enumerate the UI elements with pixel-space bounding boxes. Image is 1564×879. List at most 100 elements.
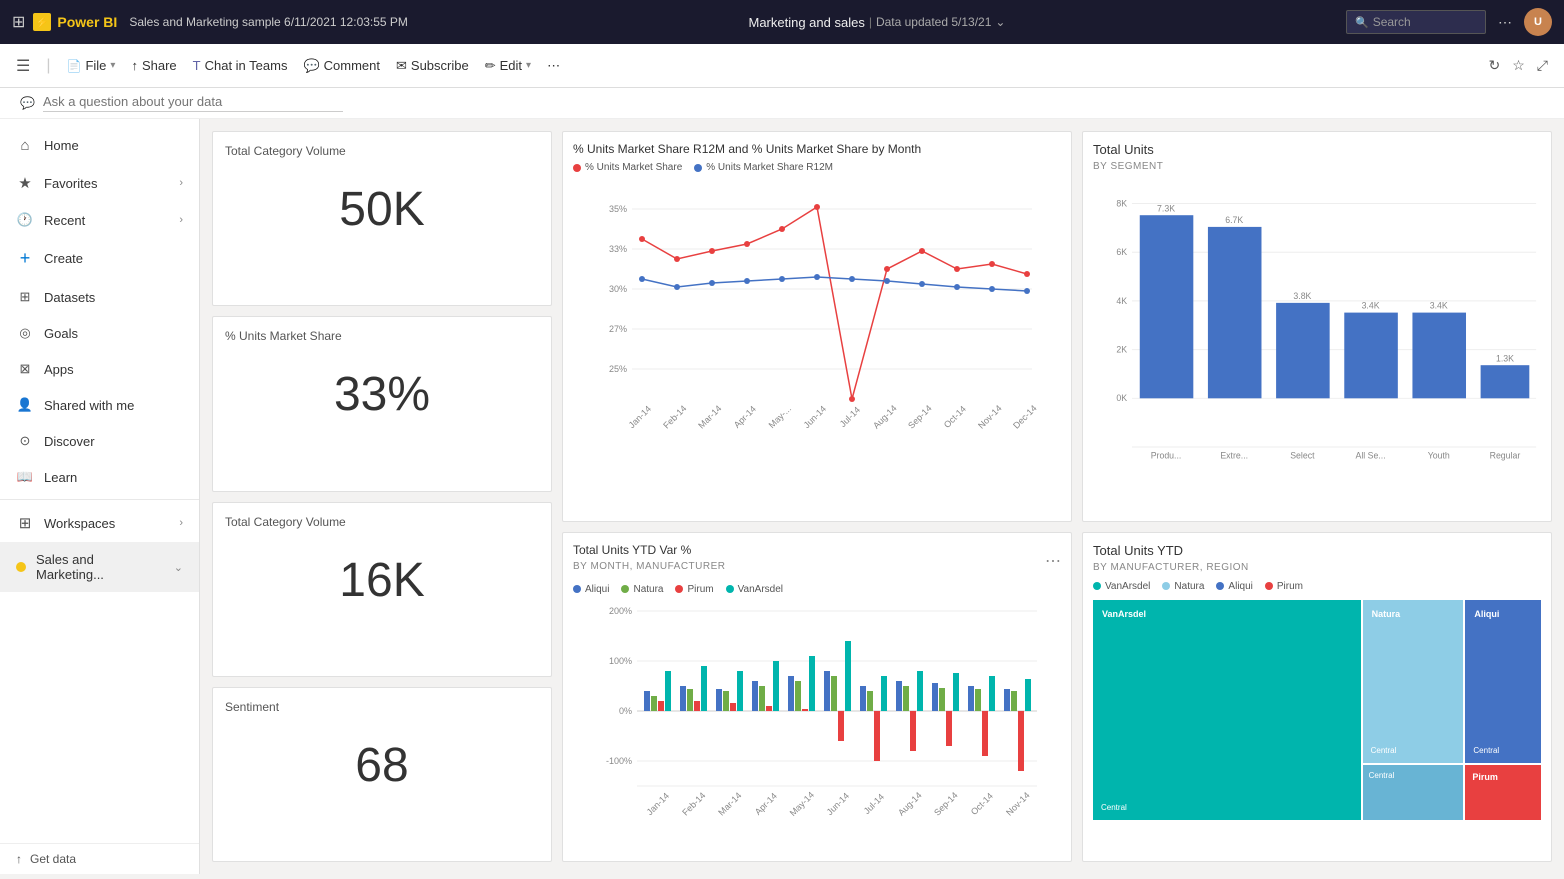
svg-text:2K: 2K <box>1116 345 1127 355</box>
apps-icon: ⊠ <box>16 361 34 377</box>
sidebar-label-datasets: Datasets <box>44 290 183 305</box>
total-units-svg: 8K 6K 4K 2K 0K 7.3K 6.7K 3.8K 3.4K <box>1093 180 1541 490</box>
avatar[interactable]: U <box>1524 8 1552 36</box>
legend-pirum-tm: Pirum <box>1265 581 1303 592</box>
svg-text:3.4K: 3.4K <box>1362 301 1380 311</box>
legend-natura-tm: Natura <box>1162 581 1204 592</box>
datasets-icon: ⊞ <box>16 289 34 305</box>
sidebar-item-favorites[interactable]: ★ Favorites › <box>0 164 199 202</box>
edit-button[interactable]: ✏ Edit ▾ <box>485 58 531 74</box>
favorites-icon: ★ <box>16 174 34 192</box>
comment-button[interactable]: 💬 Comment <box>303 58 380 74</box>
sidebar-item-discover[interactable]: ⊙ Discover <box>0 423 199 459</box>
sub-nav: ☰ | 📄 File ▾ ↑ Share T Chat in Teams 💬 C… <box>0 44 1564 88</box>
svg-text:0K: 0K <box>1116 393 1127 403</box>
sidebar-item-learn[interactable]: 📖 Learn <box>0 459 199 495</box>
svg-text:Feb-14: Feb-14 <box>661 403 688 430</box>
chevron-down-icon[interactable]: ⌄ <box>995 15 1005 29</box>
sidebar-item-shared[interactable]: 👤 Shared with me <box>0 387 199 423</box>
sidebar-item-workspaces[interactable]: ⊞ Workspaces › <box>0 504 199 542</box>
total-units-title: Total Units <box>1093 142 1541 157</box>
svg-text:Produ...: Produ... <box>1151 451 1182 461</box>
sidebar-label-learn: Learn <box>44 470 183 485</box>
share-button[interactable]: ↑ Share <box>131 58 176 73</box>
share-icon: ↑ <box>131 58 138 73</box>
card-title-total-cat-vol-bot: Total Category Volume <box>225 515 539 529</box>
goals-icon: ◎ <box>16 325 34 341</box>
sidebar-item-home[interactable]: ⌂ Home <box>0 127 199 164</box>
card-units-market-share: % Units Market Share 33% <box>212 316 552 491</box>
sidebar-item-goals[interactable]: ◎ Goals <box>0 315 199 351</box>
card-total-category-volume-bot: Total Category Volume 16K <box>212 502 552 677</box>
svg-text:May-...: May-... <box>767 404 794 431</box>
favorite-icon[interactable]: ☆ <box>1512 57 1525 74</box>
menu-toggle[interactable]: ☰ <box>16 56 30 76</box>
waffle-icon[interactable]: ⊞ <box>12 12 25 32</box>
qa-input[interactable] <box>43 94 343 112</box>
line-chart-legend: % Units Market Share % Units Market Shar… <box>573 162 1061 173</box>
refresh-icon[interactable]: ↻ <box>1489 57 1501 74</box>
sidebar-item-datasets[interactable]: ⊞ Datasets <box>0 279 199 315</box>
discover-icon: ⊙ <box>16 433 34 449</box>
svg-text:Aug-14: Aug-14 <box>896 790 924 818</box>
sidebar: ⌂ Home ★ Favorites › 🕐 Recent › + Create… <box>0 119 200 874</box>
sidebar-label-recent: Recent <box>44 213 169 228</box>
chat-in-teams-button[interactable]: T Chat in Teams <box>193 58 288 73</box>
sidebar-item-sales-marketing[interactable]: Sales and Marketing... ⌄ <box>0 542 199 592</box>
sidebar-label-favorites: Favorites <box>44 176 169 191</box>
svg-text:Nov-14: Nov-14 <box>1004 790 1032 818</box>
card-line-chart: % Units Market Share R12M and % Units Ma… <box>562 131 1072 522</box>
legend-natura: Natura <box>621 584 663 595</box>
sidebar-item-apps[interactable]: ⊠ Apps <box>0 351 199 387</box>
chevron-right-icon: › <box>179 517 183 529</box>
card-total-category-volume-top: Total Category Volume 50K <box>212 131 552 306</box>
card-total-units: Total Units BY SEGMENT 8K 6K 4K 2K 0K 7. <box>1082 131 1552 522</box>
more-options[interactable]: ⋯ <box>547 58 560 74</box>
sidebar-label-shared: Shared with me <box>44 398 183 413</box>
svg-text:3.8K: 3.8K <box>1293 291 1311 301</box>
sidebar-item-recent[interactable]: 🕐 Recent › <box>0 202 199 238</box>
sidebar-item-create[interactable]: + Create <box>0 238 199 279</box>
sidebar-label-goals: Goals <box>44 326 183 341</box>
more-options-icon[interactable]: ⋯ <box>1045 551 1061 571</box>
dashboard-main: Total Category Volume 50K % Units Market… <box>200 119 1564 874</box>
treemap-vanarsdel[interactable]: VanArsdel Central <box>1093 600 1361 820</box>
svg-text:0%: 0% <box>619 706 632 716</box>
chevron-right-icon: › <box>179 177 183 189</box>
chevron-down-icon: ▾ <box>110 60 115 71</box>
svg-text:Extre...: Extre... <box>1220 451 1248 461</box>
svg-text:Sep-14: Sep-14 <box>906 403 934 431</box>
top-nav: ⊞ ⚡ Power BI Sales and Marketing sample … <box>0 0 1564 44</box>
svg-text:35%: 35% <box>609 204 627 214</box>
svg-text:7.3K: 7.3K <box>1157 203 1175 213</box>
comment-icon: 💬 <box>303 58 319 74</box>
sidebar-label-discover: Discover <box>44 434 183 449</box>
subscribe-button[interactable]: ✉ Subscribe <box>396 58 469 74</box>
chevron-down-icon: ⌄ <box>174 561 183 574</box>
treemap-title: Total Units YTD <box>1093 543 1541 558</box>
treemap-aliqui[interactable]: Aliqui Central <box>1465 600 1541 764</box>
svg-text:Sep-14: Sep-14 <box>932 790 960 818</box>
home-icon: ⌂ <box>16 137 34 154</box>
search-box[interactable]: 🔍 Search <box>1346 10 1486 34</box>
svg-text:Aug-14: Aug-14 <box>871 403 899 431</box>
kebab-menu[interactable]: ⋯ <box>1494 10 1516 35</box>
sidebar-label-workspaces: Workspaces <box>44 516 169 531</box>
treemap-natura[interactable]: Natura Central <box>1363 600 1464 764</box>
fullscreen-icon[interactable]: ⤢ <box>1537 57 1548 74</box>
sidebar-label-create: Create <box>44 251 183 266</box>
svg-text:Jan-14: Jan-14 <box>627 404 654 431</box>
dashboard-title: Marketing and sales | Data updated 5/13/… <box>416 15 1338 30</box>
bar-chart-ytd-title: Total Units YTD Var % <box>573 543 726 557</box>
svg-text:Jan-14: Jan-14 <box>645 790 672 817</box>
svg-text:-100%: -100% <box>606 756 632 766</box>
treemap-pirum[interactable]: Pirum <box>1465 765 1541 820</box>
svg-text:All Se...: All Se... <box>1355 451 1385 461</box>
left-column: Total Category Volume 50K % Units Market… <box>212 131 552 862</box>
brand-logo: ⚡ Power BI <box>33 13 117 31</box>
file-menu[interactable]: 📄 File ▾ <box>67 58 116 73</box>
card-title-total-cat-vol-top: Total Category Volume <box>225 144 539 158</box>
treemap-natura-central[interactable]: Central <box>1363 765 1464 820</box>
svg-text:8K: 8K <box>1116 198 1127 208</box>
sidebar-get-data[interactable]: ↑ Get data <box>0 843 199 874</box>
